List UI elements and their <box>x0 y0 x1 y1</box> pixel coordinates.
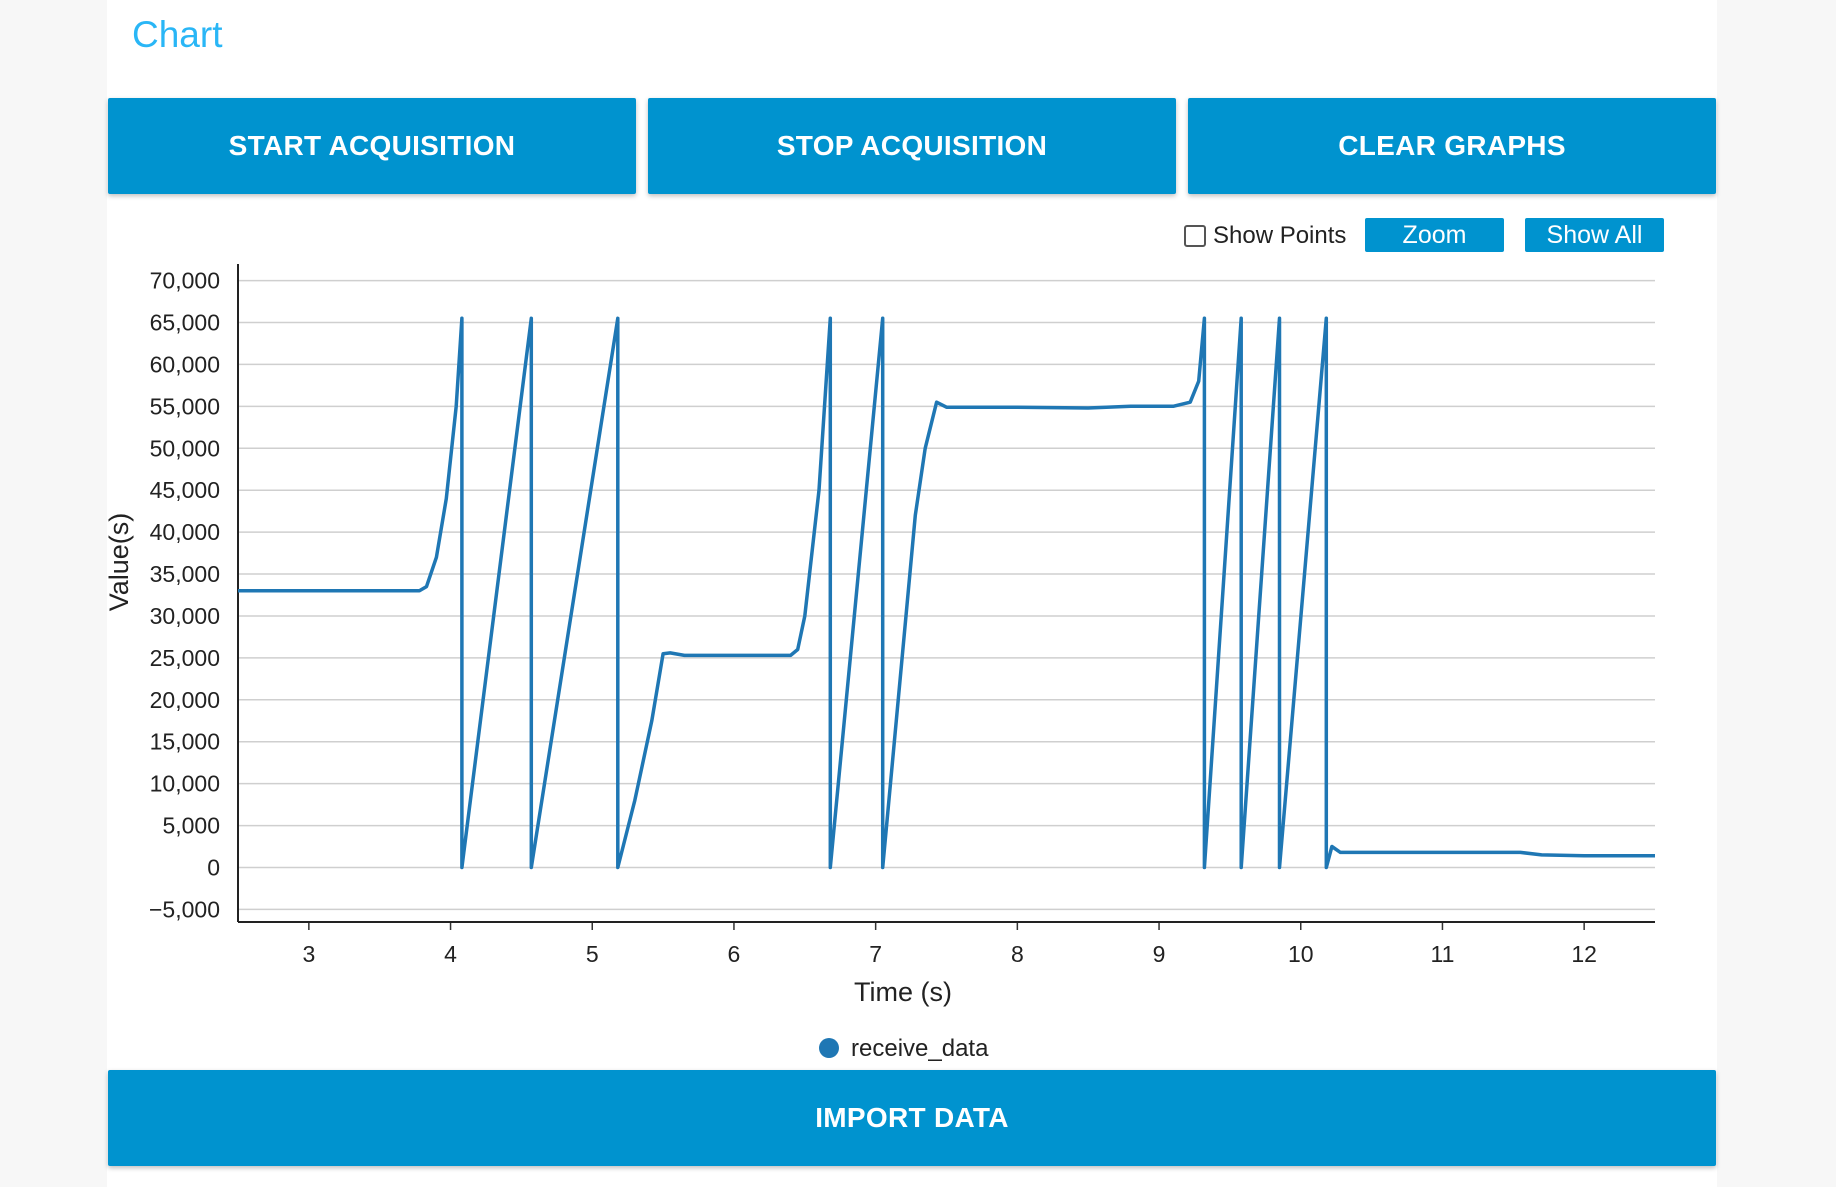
x-tick-label: 6 <box>728 941 741 967</box>
y-tick-label: 40,000 <box>150 519 220 545</box>
grid-lines <box>238 279 1655 911</box>
y-tick-label: 10,000 <box>150 771 220 797</box>
y-axis-title: Value(s) <box>104 513 134 612</box>
x-tick-label: 4 <box>444 941 457 967</box>
series-line-receive-data <box>238 316 1655 870</box>
x-tick-label: 3 <box>302 941 315 967</box>
x-tick-label: 8 <box>1011 941 1024 967</box>
y-tick-label: 30,000 <box>150 603 220 629</box>
legend-swatch-receive-data <box>819 1038 839 1058</box>
legend-label-receive-data: receive_data <box>851 1035 989 1062</box>
y-tick-label: 45,000 <box>150 477 220 503</box>
x-tick-label: 10 <box>1288 941 1314 967</box>
y-tick-label: 0 <box>207 855 220 881</box>
y-tick-label: 60,000 <box>150 351 220 377</box>
y-tick-label: 15,000 <box>150 729 220 755</box>
import-data-button[interactable]: IMPORT DATA <box>108 1070 1716 1166</box>
y-tick-label: 70,000 <box>150 268 220 294</box>
x-tick-label: 11 <box>1431 941 1455 967</box>
x-tick-label: 5 <box>586 941 599 967</box>
y-tick-label: 55,000 <box>150 393 220 419</box>
y-tick-label: 65,000 <box>150 310 220 336</box>
line-chart: −5,000 0 5,000 10,000 15,000 20,000 25,000 30,0… <box>104 264 1655 1062</box>
x-tick-label: 12 <box>1571 941 1597 967</box>
x-axis-title: Time (s) <box>854 977 952 1007</box>
y-tick-label: 25,000 <box>150 645 220 671</box>
x-tick-label: 9 <box>1153 941 1166 967</box>
legend[interactable]: receive_data <box>819 1035 989 1062</box>
y-tick-label: 5,000 <box>162 813 220 839</box>
y-tick-label: 20,000 <box>150 687 220 713</box>
y-tick-label: 50,000 <box>150 435 220 461</box>
y-tick-label: −5,000 <box>149 896 220 922</box>
x-tick-label: 7 <box>869 941 882 967</box>
series-layer <box>238 316 1655 870</box>
y-tick-label: 35,000 <box>150 561 220 587</box>
